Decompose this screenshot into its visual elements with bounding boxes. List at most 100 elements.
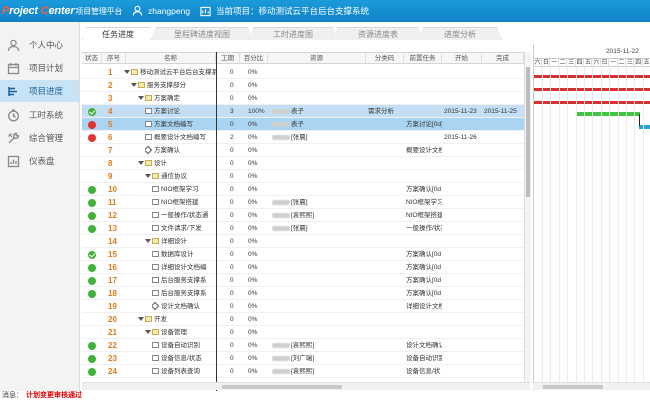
task-name[interactable]: 文件请求/下发 — [152, 222, 216, 235]
tab-resource-table[interactable]: 资源进度表 — [332, 27, 424, 40]
table-row[interactable]: 8 设计 0 0% — [82, 157, 530, 170]
task-name[interactable]: 移动测试云平台后台支撑系统 — [124, 66, 216, 79]
folder-icon — [145, 316, 152, 323]
task-name[interactable]: 设备信息/状态 — [152, 352, 216, 365]
scroll-thumb[interactable] — [526, 67, 530, 197]
task-percent: 0% — [248, 355, 258, 362]
task-predecessor: 一般操作/状态 — [406, 225, 442, 232]
gantt-bar[interactable] — [639, 125, 650, 129]
col-finish[interactable]: 完成 — [482, 53, 524, 64]
current-project[interactable]: 当前项目：移动测试云平台后台支撑系统 — [200, 5, 369, 17]
table-row[interactable]: 11 NIO框架搭建 0 0% [张晨] NIO框架学习 — [82, 196, 530, 209]
table-row[interactable]: 14 详细设计 0 0% — [82, 235, 530, 248]
col-percent[interactable]: 百分比 — [240, 53, 268, 64]
task-start — [444, 118, 484, 131]
task-name[interactable]: 后台服务支撑系 — [152, 287, 216, 300]
vertical-scrollbar[interactable] — [524, 52, 531, 382]
task-duration: 0 — [230, 147, 234, 154]
collapse-arrow-icon[interactable] — [138, 317, 144, 322]
task-name[interactable]: 数据库设计 — [152, 248, 216, 261]
task-start — [444, 352, 484, 365]
col-resource[interactable]: 资源 — [268, 53, 366, 64]
table-row[interactable]: 2 服务支撑部分 0 0% — [82, 79, 530, 92]
scroll-thumb[interactable] — [543, 385, 603, 389]
col-predecessor[interactable]: 前置任务 — [404, 53, 442, 64]
table-row[interactable]: 24 设备列表查询 0 0% [袁熙熙] 设备信息/状 — [82, 365, 530, 378]
table-row[interactable]: 16 详细设计文档编 0 0% 方案确认[0d — [82, 261, 530, 274]
task-name[interactable]: 设计 — [138, 157, 216, 170]
task-name[interactable]: 概要设计文档编写 — [145, 131, 216, 144]
task-predecessor: 方案讨论[0d] — [406, 121, 442, 128]
gantt-horizontal-scrollbar[interactable] — [533, 382, 650, 390]
col-no[interactable]: 序号 — [102, 53, 126, 64]
task-name[interactable]: 详细设计文档编 — [152, 261, 216, 274]
task-category — [368, 144, 402, 157]
table-row[interactable]: 18 后台服务支撑系 0 0% 方案确认[0d — [82, 287, 530, 300]
collapse-arrow-icon[interactable] — [145, 330, 151, 335]
table-row[interactable]: 17 后台服务支撑系 0 0% 方案确认[0d — [82, 274, 530, 287]
table-row[interactable]: 22 设备自动识别 0 0% [袁熙熙] 设计文档确认 — [82, 339, 530, 352]
table-row[interactable]: 7 方案确认 0 0% 概要设计文档 — [82, 144, 530, 157]
table-row[interactable]: 19 设计文档确认 0 0% 详细设计文档 — [82, 300, 530, 313]
gantt-day-label: 四 — [635, 59, 643, 67]
task-name[interactable]: 设备列表查询 — [152, 365, 216, 378]
tab-milestone-view[interactable]: 里程碑进度视图 — [150, 27, 254, 40]
table-row[interactable]: 10 NIO框架学习 0 0% 方案确认[0d — [82, 183, 530, 196]
task-name[interactable]: 开发 — [138, 313, 216, 326]
collapse-arrow-icon[interactable] — [138, 161, 144, 166]
task-icon — [152, 251, 159, 258]
task-name[interactable]: 设备管理 — [145, 326, 216, 339]
gantt-chart: 2015-11-22 六日一二三四五六日一二三四五 — [533, 44, 650, 391]
tab-progress-analysis[interactable]: 进度分析 — [418, 27, 502, 40]
project-icon — [200, 6, 211, 16]
collapse-arrow-icon[interactable] — [145, 174, 151, 179]
sidebar-item-timesheet[interactable]: 工时系统 — [0, 104, 79, 126]
gantt-bar[interactable] — [576, 112, 640, 116]
col-status[interactable]: 状态 — [82, 53, 102, 64]
collapse-arrow-icon[interactable] — [138, 96, 144, 101]
table-row[interactable]: 9 通信协议 0 0% — [82, 170, 530, 183]
task-name[interactable]: 通信协议 — [145, 170, 216, 183]
table-row[interactable]: 15 数据库设计 0 0% 方案确认[0d — [82, 248, 530, 261]
task-name[interactable]: 设备自动识别 — [152, 339, 216, 352]
table-row[interactable]: 21 设备管理 0 0% — [82, 326, 530, 339]
app-logo[interactable]: Project Center项目管理平台 — [0, 5, 122, 17]
task-name[interactable]: 设计文档确认 — [152, 300, 216, 313]
task-name[interactable]: 一般操作/状态通 — [152, 209, 216, 222]
col-start[interactable]: 开始 — [442, 53, 482, 64]
col-category[interactable]: 分类码 — [366, 53, 404, 64]
task-name[interactable]: NIO框架学习 — [152, 183, 216, 196]
horizontal-scrollbar[interactable] — [82, 382, 530, 390]
table-row[interactable]: 13 文件请求/下发 0 0% [张晨] 一般操作/状态 — [82, 222, 530, 235]
sidebar-item-dashboard[interactable]: 仪表盘 — [0, 150, 79, 172]
sidebar-item-personal[interactable]: 个人中心 — [0, 34, 79, 56]
collapse-arrow-icon[interactable] — [124, 70, 130, 75]
table-row[interactable]: 23 设备信息/状态 0 0% [刘广瑞] 设备自动识别 — [82, 352, 530, 365]
sidebar-item-admin[interactable]: 综合管理 — [0, 127, 79, 149]
task-name[interactable]: NIO框架搭建 — [152, 196, 216, 209]
table-row[interactable]: 3 方案确定 0 0% — [82, 92, 530, 105]
user-menu[interactable]: zhangpeng — [132, 5, 190, 16]
task-name[interactable]: 方案文档编写 — [145, 118, 216, 131]
col-name[interactable]: 名称 — [126, 53, 216, 64]
task-name[interactable]: 详细设计 — [145, 235, 216, 248]
scroll-thumb[interactable] — [222, 385, 342, 389]
collapse-arrow-icon[interactable] — [145, 239, 151, 244]
collapse-arrow-icon[interactable] — [131, 83, 137, 88]
table-row[interactable]: 6 概要设计文档编写 2 0% [张晨] 2015-11-26 — [82, 131, 530, 144]
table-row[interactable]: 5 方案文档编写 0 0% 表子 方案讨论[0d] — [82, 118, 530, 131]
task-name[interactable]: 方案确认 — [145, 144, 216, 157]
sidebar-item-plan[interactable]: 项目计划 — [0, 57, 79, 79]
col-duration[interactable]: 工期 — [216, 53, 240, 64]
table-row[interactable]: 20 开发 0 0% — [82, 313, 530, 326]
sidebar-item-progress[interactable]: 项目进度 — [0, 80, 79, 102]
tab-task-progress[interactable]: 任务进度 — [82, 27, 154, 40]
table-row[interactable]: 1移动测试云平台后台支撑系统00% — [82, 66, 530, 79]
task-name[interactable]: 方案讨论 — [145, 105, 216, 118]
task-name[interactable]: 方案确定 — [138, 92, 216, 105]
task-name[interactable]: 后台服务支撑系 — [152, 274, 216, 287]
table-row[interactable]: 12 一般操作/状态通 0 0% [袁熙熙] NIO框架搭建 — [82, 209, 530, 222]
tab-timesheet-chart[interactable]: 工时进度图 — [248, 27, 338, 40]
table-row[interactable]: 4 方案讨论 3 100% 表子 需求分析 2015-11-23 2015-11-25 — [82, 105, 530, 118]
task-name[interactable]: 服务支撑部分 — [131, 79, 216, 92]
